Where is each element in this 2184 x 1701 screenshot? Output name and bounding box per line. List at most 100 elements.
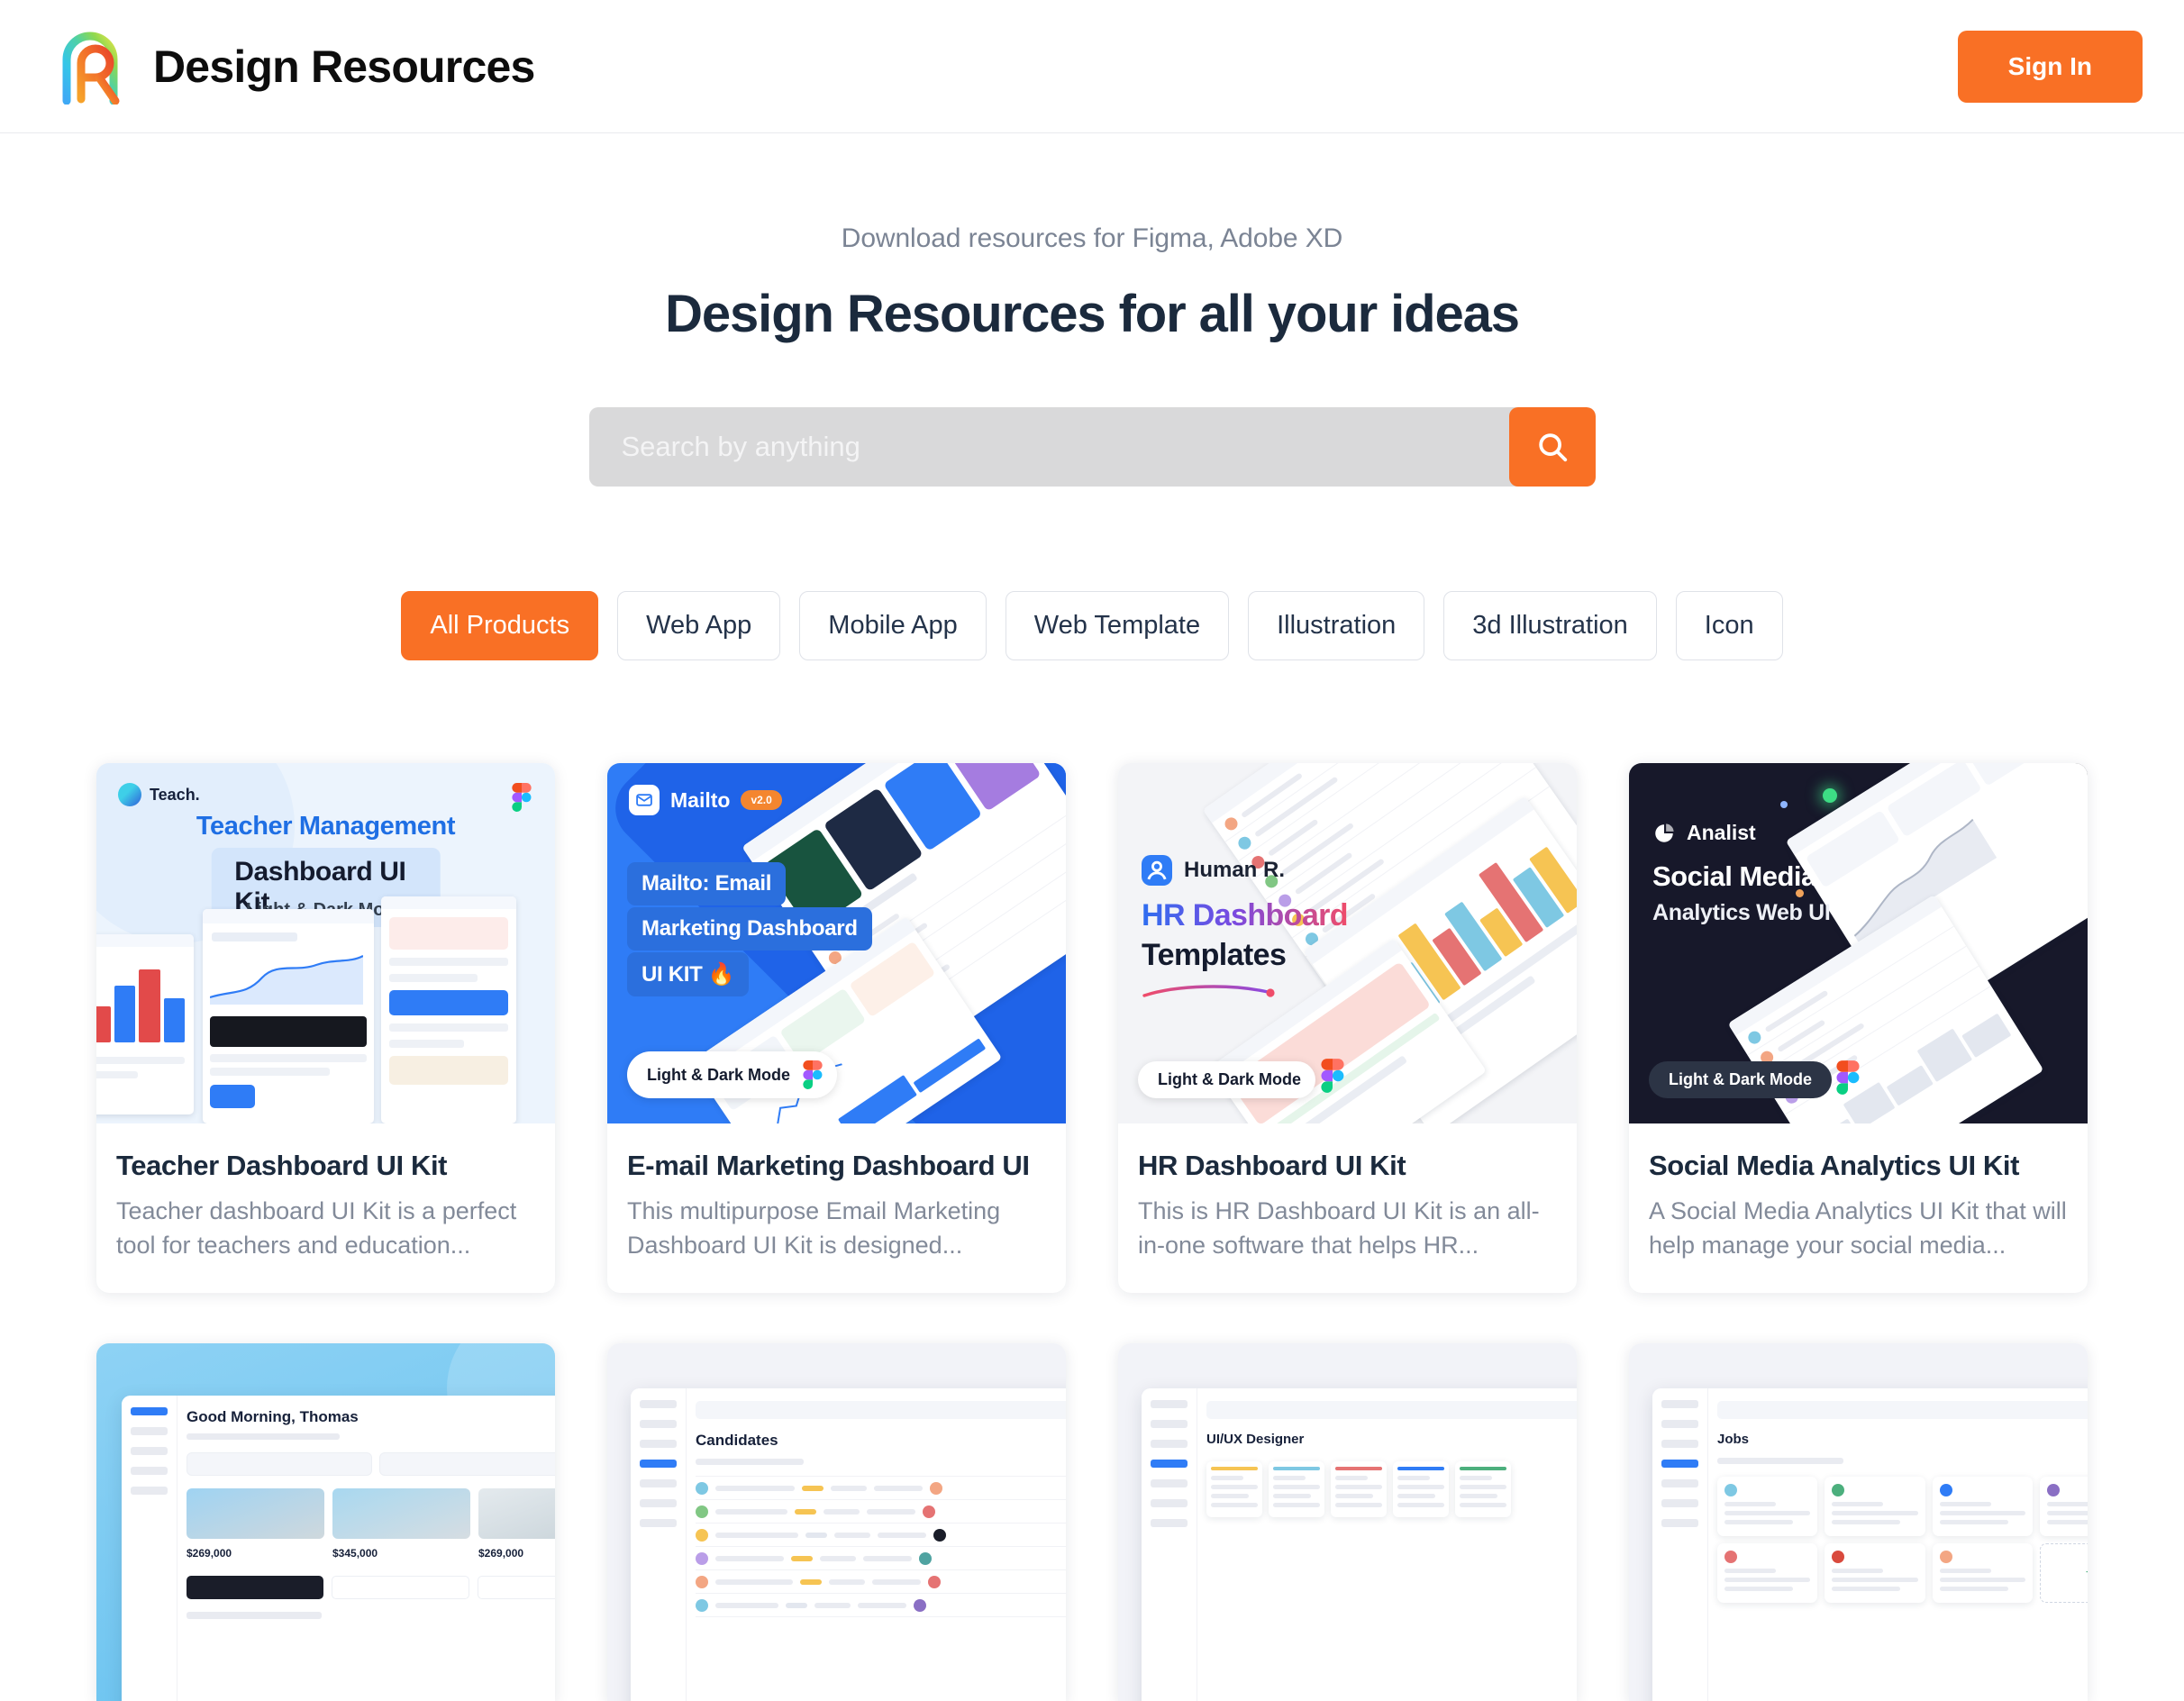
thumb-label-1: Mailto: Email: [627, 862, 787, 906]
product-title: E-mail Marketing Dashboard UI: [627, 1150, 1030, 1182]
product-description: Teacher dashboard UI Kit is a perfect to…: [116, 1196, 517, 1259]
product-card[interactable]: Analist Social Media Analytics Web UI Li…: [1629, 763, 2088, 1294]
product-thumbnail: Teach. Teacher Management Dashboard UI K…: [96, 763, 555, 1124]
pie-chart-icon: [1655, 823, 1674, 842]
mode-pill: Light & Dark Mode: [1649, 1061, 1833, 1099]
sign-in-button[interactable]: Sign In: [1957, 30, 2143, 103]
product-thumbnail: Human R. HR Dashboard Templates Light & …: [1118, 763, 1577, 1124]
human-r-logo-icon: [1142, 855, 1172, 887]
thumb-brand: Human R.: [1142, 855, 1286, 887]
product-card[interactable]: Good Morning, Thomas $269,000 $345,000 $26…: [96, 1343, 555, 1701]
decor-screen: [96, 934, 194, 1115]
product-card[interactable]: UI/UX Designer: [1118, 1343, 1577, 1701]
decor-spark: [1823, 788, 1837, 804]
thumb-brand-label: Human R.: [1184, 858, 1286, 883]
product-thumbnail: UI/UX Designer: [1118, 1343, 1577, 1701]
figma-icon: [512, 783, 532, 813]
filter-chip-illustration[interactable]: Illustration: [1248, 591, 1425, 661]
thumb-label-3: UI KIT 🔥: [627, 952, 750, 997]
decor-sidebar: [122, 1396, 177, 1701]
product-title: HR Dashboard UI Kit: [1138, 1150, 1406, 1182]
thumb-brand-label: Mailto: [670, 787, 731, 812]
search-icon: [1538, 433, 1567, 462]
product-thumbnail: Good Morning, Thomas $269,000 $345,000 $26…: [96, 1343, 555, 1701]
product-card-body: Teacher Dashboard UI Kit Teacher dashboa…: [96, 1123, 555, 1293]
decor-sidebar: [1142, 1388, 1197, 1701]
mode-pill: Light & Dark Mode: [1138, 1061, 1316, 1099]
product-card-body: HR Dashboard UI Kit This is HR Dashboard…: [1118, 1123, 1577, 1293]
version-badge: v2.0: [741, 790, 782, 811]
filter-chip-web-template[interactable]: Web Template: [1005, 591, 1230, 661]
decor-heading: Candidates: [696, 1432, 778, 1450]
product-card[interactable]: Mailto v2.0 Mailto: Email Marketing Dash…: [607, 763, 1066, 1294]
figma-icon: [1321, 1059, 1344, 1094]
product-description: A Social Media Analytics UI Kit that wil…: [1649, 1196, 2067, 1259]
product-thumbnail: Mailto v2.0 Mailto: Email Marketing Dash…: [607, 763, 1066, 1124]
search-button[interactable]: [1508, 407, 1596, 487]
product-thumbnail: Candidates: [607, 1343, 1066, 1701]
search-input[interactable]: [588, 407, 1509, 487]
figma-icon: [1836, 1060, 1860, 1096]
mode-pill: Light & Dark Mode: [627, 1051, 838, 1099]
product-thumbnail: Jobs +: [1629, 1343, 2088, 1701]
product-description: This is HR Dashboard UI Kit is an all-in…: [1138, 1196, 1540, 1259]
product-grid-row-2: Good Morning, Thomas $269,000 $345,000 $26…: [0, 1343, 2184, 1701]
page-title: Design Resources for all your ideas: [665, 285, 1520, 343]
filter-chip-mobile-app[interactable]: Mobile App: [799, 591, 987, 661]
product-description: This multipurpose Email Marketing Dashbo…: [627, 1196, 1001, 1259]
decor-greeting: Good Morning, Thomas: [187, 1408, 359, 1426]
mode-pill-label: Light & Dark Mode: [1669, 1070, 1813, 1089]
product-card-body: Social Media Analytics UI Kit A Social M…: [1629, 1123, 2088, 1293]
product-card[interactable]: Human R. HR Dashboard Templates Light & …: [1118, 763, 1577, 1294]
brand-name: Design Resources: [153, 41, 535, 92]
thumb-heading-2: Analytics Web UI: [1652, 900, 1831, 926]
product-card[interactable]: Teach. Teacher Management Dashboard UI K…: [96, 763, 555, 1294]
decor-underline-swoosh: [1142, 985, 1275, 998]
product-card[interactable]: Jobs +: [1629, 1343, 2088, 1701]
thumb-label-2: Marketing Dashboard: [627, 907, 872, 951]
decor-area-chart: [209, 955, 364, 1005]
decor-screen: Good Morning, Thomas $269,000 $345,000 $26…: [122, 1396, 555, 1701]
filter-chip-web-app[interactable]: Web App: [617, 591, 781, 661]
design-resources-q-logo-icon: [62, 32, 120, 105]
hero-section: Download resources for Figma, Adobe XD D…: [0, 133, 2184, 487]
product-grid-row-1: Teach. Teacher Management Dashboard UI K…: [0, 763, 2184, 1294]
thumb-heading-2: Templates: [1142, 938, 1287, 973]
thumb-brand: Teach.: [118, 783, 200, 807]
site-header: Design Resources Sign In: [0, 0, 2184, 133]
product-title: Social Media Analytics UI Kit: [1649, 1150, 2020, 1182]
decor-heading: Jobs: [1717, 1432, 1750, 1448]
thumb-brand-label: Teach.: [150, 785, 200, 804]
figma-icon: [803, 1060, 823, 1090]
decor-screen: [381, 896, 516, 1124]
decor-sidebar: [1652, 1388, 1708, 1701]
search-bar: [588, 407, 1596, 487]
product-card-body: E-mail Marketing Dashboard UI This multi…: [607, 1123, 1066, 1293]
product-title: Teacher Dashboard UI Kit: [116, 1150, 448, 1182]
filter-chip-3d-illustration[interactable]: 3d Illustration: [1443, 591, 1657, 661]
thumb-heading-1: HR Dashboard: [1142, 898, 1349, 933]
mode-pill-label: Light & Dark Mode: [647, 1065, 791, 1084]
product-card[interactable]: Candidates: [607, 1343, 1066, 1701]
decor-sidebar: [631, 1388, 687, 1701]
thumb-heading-1: Teacher Management: [196, 812, 456, 841]
thumb-brand: Analist: [1652, 821, 1756, 845]
thumb-brand-label: Analist: [1687, 821, 1756, 845]
filter-chip-all-products[interactable]: All Products: [401, 591, 599, 661]
decor-spark: [1780, 801, 1788, 809]
decor-heading: UI/UX Designer: [1206, 1432, 1305, 1448]
hero-eyebrow: Download resources for Figma, Adobe XD: [841, 223, 1343, 253]
category-filter-bar: All Products Web App Mobile App Web Temp…: [0, 591, 2184, 661]
decor-screen: Jobs +: [1652, 1388, 2088, 1701]
decor-screen: Candidates: [631, 1388, 1066, 1701]
product-thumbnail: Analist Social Media Analytics Web UI Li…: [1629, 763, 2088, 1124]
thumb-heading-1: Social Media: [1652, 860, 1816, 893]
envelope-icon: [629, 785, 660, 816]
brand[interactable]: Design Resources: [59, 29, 535, 105]
mode-pill-label: Light & Dark Mode: [1158, 1070, 1302, 1089]
teach-logo-icon: [118, 783, 141, 807]
decor-screen: UI/UX Designer: [1142, 1388, 1577, 1701]
thumb-brand: Mailto v2.0: [629, 785, 782, 816]
filter-chip-icon[interactable]: Icon: [1675, 591, 1783, 661]
decor-screen: [203, 909, 374, 1124]
